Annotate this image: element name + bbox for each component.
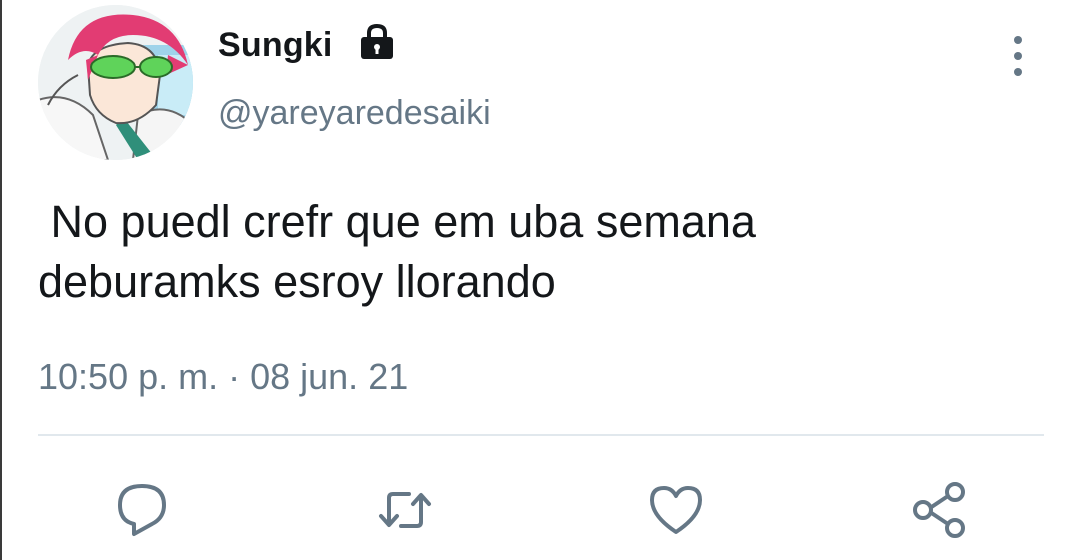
retweet-icon — [379, 492, 431, 528]
like-button[interactable] — [646, 480, 706, 540]
share-button[interactable] — [909, 480, 969, 540]
more-dot — [1014, 68, 1022, 76]
tweet-text: No puedl crefr que em uba semana deburam… — [38, 196, 756, 307]
more-dot — [1014, 52, 1022, 60]
reply-icon — [118, 484, 166, 536]
lock-icon — [361, 23, 393, 59]
avatar[interactable] — [38, 5, 193, 160]
display-name[interactable]: Sungki — [218, 26, 333, 65]
anime-avatar-icon — [38, 5, 193, 160]
more-dot — [1014, 36, 1022, 44]
tweet-timestamp[interactable]: 10:50 p. m. · 08 jun. 21 — [38, 356, 408, 398]
left-edge-line — [0, 0, 2, 560]
share-icon — [913, 482, 965, 538]
user-handle[interactable]: @yareyaredesaiki — [218, 94, 491, 133]
retweet-button[interactable] — [375, 480, 435, 540]
divider — [38, 434, 1044, 436]
heart-icon — [650, 486, 702, 534]
more-options-button[interactable] — [1000, 32, 1036, 80]
reply-button[interactable] — [112, 480, 172, 540]
